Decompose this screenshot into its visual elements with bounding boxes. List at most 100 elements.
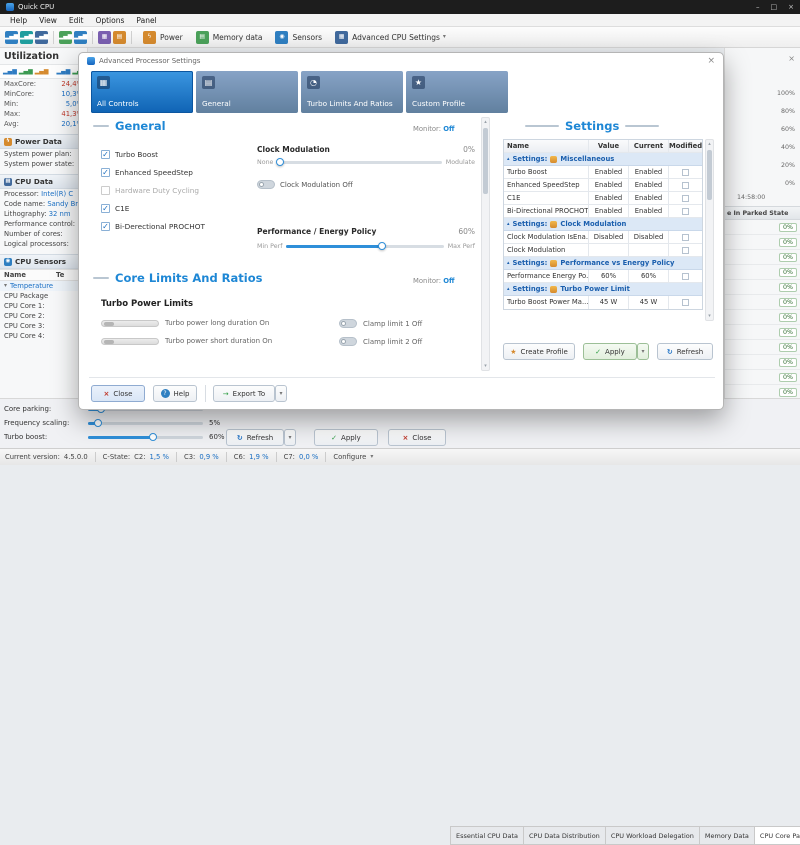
modified-checkbox[interactable] — [682, 246, 689, 254]
panel-close-icon[interactable]: × — [788, 54, 795, 63]
checkbox-bidirectional-prochot[interactable]: ✓ Bi-Derectional PROCHOT — [101, 222, 205, 231]
report-icon[interactable]: ▤ — [113, 30, 126, 44]
histogram-icon[interactable]: ▂▄▆ — [35, 30, 48, 44]
tab-custom-profile[interactable]: ★ Custom Profile — [406, 71, 508, 113]
maximize-button[interactable]: □ — [771, 3, 778, 11]
stats-icon[interactable]: ▂▄▆ — [59, 30, 72, 44]
close-button-main[interactable]: × Close — [388, 429, 446, 446]
tab-cpu-core-parking[interactable]: CPU Core Parking — [753, 826, 800, 845]
scrollbar-thumb[interactable] — [483, 128, 488, 194]
monitor-chart-icon[interactable]: ▂▄▆ — [74, 30, 87, 44]
scrollbar-thumb[interactable] — [707, 150, 712, 200]
line-chart-icon[interactable]: ▂▄▆ — [19, 68, 33, 75]
group-row-miscellaneous[interactable]: ▴ Settings: Miscellaneous — [504, 153, 702, 166]
tab-cpu-data-distribution[interactable]: CPU Data Distribution — [523, 826, 605, 845]
table-row[interactable]: Enhanced SpeedStep Enabled Enabled — [504, 179, 702, 192]
settings-table-scrollbar[interactable]: ▴ ▾ — [705, 139, 714, 321]
clock-modulation-slider[interactable]: None Modulate — [257, 158, 475, 166]
area-chart-icon[interactable]: ▂▄▆ — [35, 68, 49, 75]
refresh-button[interactable]: ↻ Refresh — [226, 429, 284, 446]
sensor-row[interactable]: CPU Package — [0, 291, 87, 301]
modified-checkbox[interactable] — [682, 194, 689, 202]
core-limits-monitor-toggle[interactable]: Monitor: Off — [413, 277, 454, 285]
cpu-row: Performance control: — [4, 220, 76, 228]
chart-icon[interactable]: ▂▄▆ — [5, 30, 18, 44]
checkbox-enhanced-speedstep[interactable]: ✓ Enhanced SpeedStep — [101, 168, 193, 177]
modified-checkbox[interactable] — [682, 299, 689, 306]
clock-modulation-toggle[interactable]: Clock Modulation Off — [257, 180, 353, 189]
general-monitor-toggle[interactable]: Monitor: Off — [413, 125, 454, 133]
power-button[interactable]: ϟ Power — [136, 29, 189, 46]
table-row[interactable]: Turbo Boost Power Ma... 45 W 45 W — [504, 296, 702, 309]
modified-checkbox[interactable] — [682, 272, 689, 280]
modified-checkbox[interactable] — [682, 181, 689, 189]
sensors-group-row[interactable]: ▾ Temperature — [0, 281, 87, 291]
table-row[interactable]: Clock Modulation — [504, 244, 702, 257]
memory-data-button[interactable]: ▤ Memory data — [189, 29, 269, 46]
left-pane-scrollbar[interactable]: ▴ ▾ — [481, 117, 490, 371]
sensor-row[interactable]: CPU Core 4: — [0, 331, 87, 341]
dialog-close-button[interactable]: × Close — [91, 385, 145, 402]
configure-button[interactable]: Configure — [333, 453, 366, 461]
export-to-button[interactable]: → Export To — [213, 385, 275, 402]
table-row[interactable]: Performance Energy Po... 60% 60% — [504, 270, 702, 283]
group-row-performance-energy[interactable]: ▴ Settings: Performance vs Energy Policy — [504, 257, 702, 270]
apply-button-main[interactable]: ✓ Apply — [314, 429, 378, 446]
table-row[interactable]: C1E Enabled Enabled — [504, 192, 702, 205]
sensors-button[interactable]: ◉ Sensors — [268, 29, 328, 46]
close-button[interactable]: × — [788, 3, 794, 11]
minimize-button[interactable]: – — [756, 3, 760, 11]
table-row[interactable]: Bi-Directional PROCHOT Enabled Enabled — [504, 205, 702, 218]
sensor-row[interactable]: CPU Core 1: — [0, 301, 87, 311]
menu-panel[interactable]: Panel — [130, 16, 162, 25]
turbo-boost-slider[interactable] — [88, 432, 203, 441]
sensor-row[interactable]: CPU Core 2: — [0, 311, 87, 321]
modified-checkbox[interactable] — [682, 168, 689, 176]
scroll-down-icon[interactable]: ▾ — [482, 362, 489, 370]
tab-all-controls[interactable]: ▦ All Controls — [91, 71, 193, 113]
menu-help[interactable]: Help — [4, 16, 33, 25]
parked-state-column-header[interactable]: e In Parked State — [725, 206, 800, 220]
apply-dropdown[interactable]: ▾ — [637, 343, 649, 360]
tab-turbo-limits[interactable]: ◔ Turbo Limits And Ratios — [301, 71, 403, 113]
scroll-up-icon[interactable]: ▴ — [706, 140, 713, 148]
tab-essential-cpu-data[interactable]: Essential CPU Data — [450, 826, 524, 845]
scroll-down-icon[interactable]: ▾ — [706, 312, 713, 320]
group-row-clock-modulation[interactable]: ▴ Settings: Clock Modulation — [504, 218, 702, 231]
tab-memory-data[interactable]: Memory Data — [698, 826, 754, 845]
tab-cpu-workload-delegation[interactable]: CPU Workload Delegation — [604, 826, 699, 845]
graph-icon[interactable]: ▂▄▆ — [20, 30, 33, 44]
frequency-scaling-slider[interactable] — [88, 418, 203, 427]
bar-chart-icon[interactable]: ▂▄▆ — [3, 68, 17, 75]
dialog-close-icon[interactable]: × — [707, 56, 715, 66]
menu-view[interactable]: View — [33, 16, 63, 25]
core-chart-icon[interactable]: ▂▄▆ — [57, 68, 71, 75]
refresh-dropdown[interactable]: ▾ — [284, 429, 296, 446]
table-row[interactable]: Clock Modulation IsEna... Disabled Disab… — [504, 231, 702, 244]
performance-policy-slider[interactable]: Min Perf Max Perf — [257, 242, 475, 250]
refresh-button-dialog[interactable]: ↻ Refresh — [657, 343, 713, 360]
parked-row: 0% — [725, 295, 800, 310]
group-row-turbo-power-limit[interactable]: ▴ Settings: Turbo Power Limit — [504, 283, 702, 296]
grid-view-icon[interactable]: ▦ — [98, 30, 111, 44]
sensor-row[interactable]: CPU Core 3: — [0, 321, 87, 331]
modified-checkbox[interactable] — [682, 207, 689, 215]
apply-button[interactable]: ✓ Apply — [583, 343, 637, 360]
clamp-limit-2-toggle[interactable]: Clamp limit 2 Off — [339, 337, 422, 346]
tab-general[interactable]: ▤ General — [196, 71, 298, 113]
turbo-short-duration-control[interactable]: Turbo power short duration On — [101, 337, 272, 345]
scroll-up-icon[interactable]: ▴ — [482, 118, 489, 126]
checkbox-turbo-boost[interactable]: ✓ Turbo Boost — [101, 150, 158, 159]
help-button[interactable]: ? Help — [153, 385, 197, 402]
export-dropdown[interactable]: ▾ — [275, 385, 287, 402]
checkbox-hardware-duty-cycling[interactable]: Hardware Duty Cycling — [101, 186, 199, 195]
menu-options[interactable]: Options — [89, 16, 130, 25]
table-row[interactable]: Turbo Boost Enabled Enabled — [504, 166, 702, 179]
create-profile-button[interactable]: ★ Create Profile — [503, 343, 575, 360]
turbo-long-duration-control[interactable]: Turbo power long duration On — [101, 319, 269, 327]
menu-edit[interactable]: Edit — [63, 16, 90, 25]
checkbox-c1e[interactable]: ✓ C1E — [101, 204, 129, 213]
advanced-cpu-settings-button[interactable]: ▦ Advanced CPU Settings ▾ — [328, 29, 452, 46]
clamp-limit-1-toggle[interactable]: Clamp limit 1 Off — [339, 319, 422, 328]
modified-checkbox[interactable] — [682, 233, 689, 241]
